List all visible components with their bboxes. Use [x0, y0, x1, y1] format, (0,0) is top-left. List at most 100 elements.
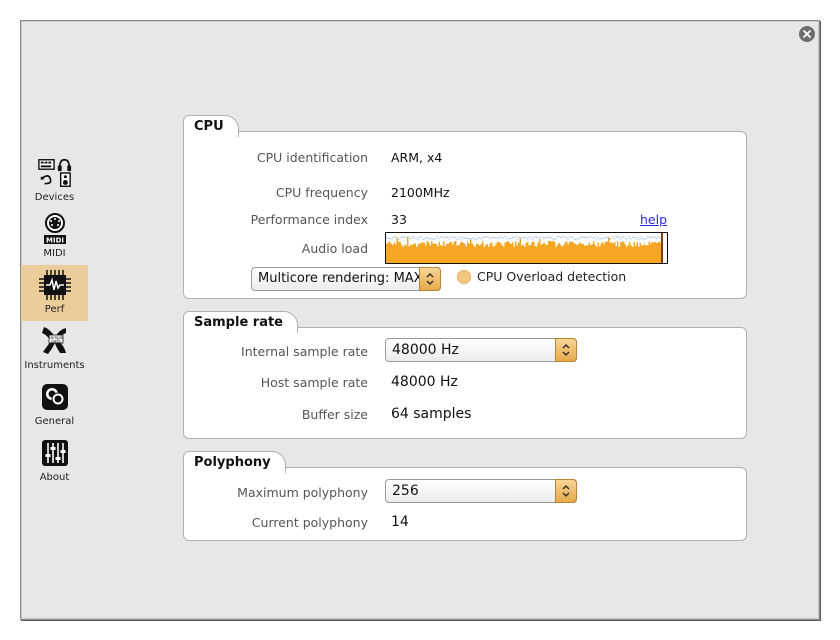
audio-load-bar [546, 244, 548, 263]
audio-load-graph [386, 233, 663, 263]
maximum-polyphony-select[interactable]: 256 [385, 479, 577, 503]
audio-load-peak [602, 237, 604, 239]
audio-load-peak [554, 238, 556, 240]
multicore-rendering-select[interactable]: Multicore rendering: MAX [251, 267, 441, 291]
audio-load-bar [405, 245, 407, 263]
audio-load-peak [656, 238, 658, 240]
audio-load-bar [447, 243, 449, 263]
instruments-icon: sample pack [37, 324, 73, 358]
updown-arrows-icon [419, 267, 441, 291]
audio-load-bar [590, 245, 592, 263]
audio-load-peak [569, 236, 571, 238]
audio-load-peak [645, 238, 647, 240]
audio-load-peak [507, 236, 509, 238]
audio-load-bar [563, 245, 565, 263]
current-polyphony-label: Current polyphony [251, 515, 368, 530]
audio-load-bar [471, 243, 473, 263]
audio-load-peak [623, 236, 625, 238]
audio-load-peak [534, 236, 536, 238]
audio-load-bar [507, 241, 509, 263]
audio-load-bar [627, 244, 629, 263]
sidebar-item-about[interactable]: About [21, 433, 88, 489]
current-polyphony-row: Current polyphony 14 [184, 513, 748, 533]
audio-load-bar [413, 243, 415, 263]
audio-load-bar [396, 237, 398, 263]
audio-load-peak [470, 238, 472, 240]
performance-index-label: Performance index [250, 212, 368, 227]
audio-load-bar [522, 244, 524, 263]
cpu-overload-detection[interactable]: CPU Overload detection [457, 269, 626, 284]
audio-load-bar [395, 244, 397, 263]
cpu-panel: CPU identification ARM, x4 CPU frequency… [183, 131, 747, 299]
sidebar-item-midi[interactable]: MIDI MIDI [21, 209, 88, 265]
audio-load-peak [486, 236, 488, 238]
audio-load-peak [449, 238, 451, 240]
audio-load-peak [521, 236, 523, 238]
audio-load-peak [609, 238, 611, 240]
audio-load-bar [615, 246, 617, 263]
internal-sample-rate-value: 48000 Hz [392, 342, 459, 358]
audio-load-peak [659, 236, 661, 238]
audio-load-bar [414, 243, 416, 263]
sidebar-item-devices[interactable]: Devices [21, 153, 88, 209]
sidebar-item-perf[interactable]: Perf [21, 265, 88, 321]
audio-load-peak [549, 236, 551, 238]
audio-load-bar [540, 244, 542, 263]
audio-load-peak [396, 238, 398, 240]
internal-sample-rate-select[interactable]: 48000 Hz [385, 338, 577, 362]
audio-load-peak [453, 237, 455, 239]
help-link[interactable]: help [640, 212, 667, 227]
audio-load-peak [548, 237, 550, 239]
audio-load-bar [650, 243, 652, 263]
audio-load-bar [500, 242, 502, 263]
audio-load-bar [659, 241, 661, 263]
audio-load-bar [426, 241, 428, 263]
audio-load-peak [536, 236, 538, 238]
audio-load-peak [465, 237, 467, 239]
sidebar-item-label: General [34, 416, 75, 427]
cpu-chip-icon [37, 268, 73, 302]
audio-load-bar [555, 246, 557, 263]
audio-load-peak [651, 236, 653, 238]
audio-load-peak [557, 236, 559, 238]
audio-load-peak [413, 236, 415, 238]
audio-load-bar [543, 242, 545, 263]
audio-load-bar [533, 241, 535, 263]
audio-load-bar [488, 246, 490, 263]
audio-load-peak [639, 238, 641, 240]
audio-load-peak [387, 237, 389, 239]
audio-load-bar [474, 246, 476, 263]
audio-load-peak [425, 237, 427, 239]
audio-load-bar [504, 242, 506, 263]
audio-load-bar [603, 244, 605, 263]
audio-load-bar [614, 241, 616, 263]
audio-load-peak [605, 237, 607, 239]
audio-load-peak [572, 236, 574, 238]
multicore-rendering-value: Multicore rendering: MAX [258, 271, 423, 286]
audio-load-bar [386, 243, 388, 263]
audio-load-peak [591, 237, 593, 239]
audio-load-peak [546, 236, 548, 238]
audio-load-peak [503, 237, 505, 239]
audio-load-peak [452, 237, 454, 239]
audio-load-bar [455, 241, 457, 263]
audio-load-bar [437, 246, 439, 263]
audio-load-bar [579, 242, 581, 263]
audio-load-peak [612, 236, 614, 238]
audio-load-peak [653, 236, 655, 238]
audio-load-bar [477, 244, 479, 263]
sidebar-item-general[interactable]: General [21, 377, 88, 433]
audio-load-peak [471, 238, 473, 240]
audio-load-bar [479, 245, 481, 263]
sidebar-item-instruments[interactable]: sample pack Instruments [21, 321, 88, 377]
audio-load-peak [434, 237, 436, 239]
audio-load-bar [528, 245, 530, 263]
audio-load-bar [575, 243, 577, 263]
audio-load-peak [632, 236, 634, 238]
close-icon[interactable] [799, 26, 815, 42]
audio-load-bar [576, 245, 578, 263]
audio-load-peak [524, 237, 526, 239]
audio-load-bar [566, 241, 568, 263]
audio-load-peak [600, 238, 602, 240]
audio-load-peak [464, 237, 466, 239]
